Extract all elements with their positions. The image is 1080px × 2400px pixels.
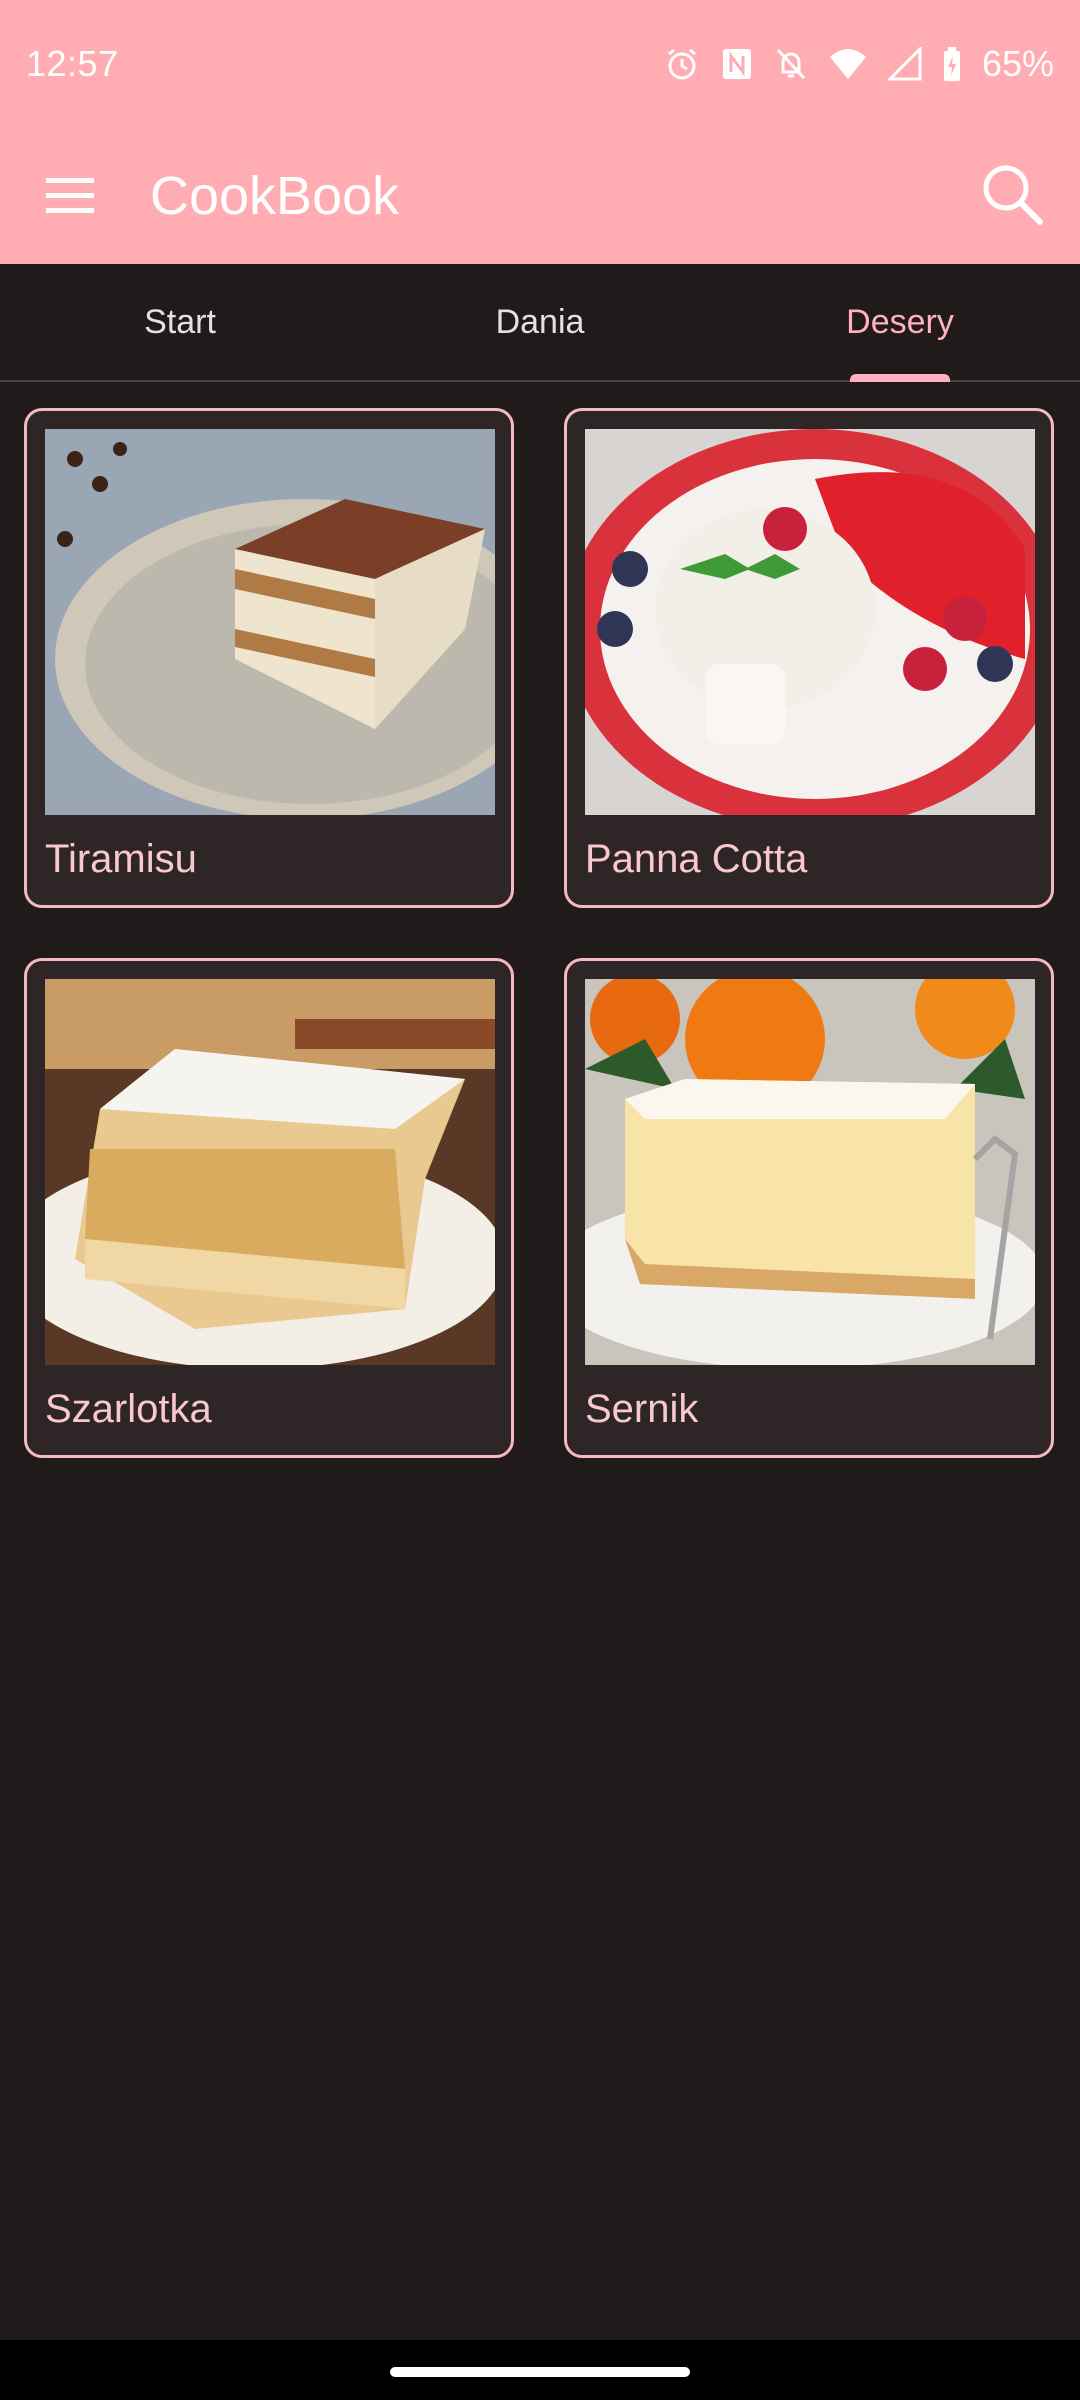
battery-icon (942, 46, 962, 82)
menu-icon (38, 178, 102, 228)
tab-indicator (850, 374, 950, 382)
search-icon (968, 165, 1058, 244)
recipe-card-tiramisu[interactable]: Tiramisu (24, 408, 514, 908)
status-icons: 65% (664, 43, 1054, 85)
recipe-image-tiramisu (45, 429, 495, 815)
recipe-title: Sernik (585, 1387, 699, 1431)
signal-icon (887, 47, 922, 81)
recipe-card-sernik[interactable]: Sernik (564, 958, 1054, 1458)
battery-percentage: 65% (981, 43, 1054, 84)
home-gesture-handle[interactable] (390, 2367, 690, 2377)
recipe-title: Szarlotka (45, 1387, 212, 1431)
recipe-card-panna-cotta[interactable]: Panna Cotta (564, 408, 1054, 908)
tab-label: Desery (846, 302, 954, 341)
bell-off-icon (774, 46, 808, 82)
recipe-image-panna-cotta (585, 429, 1035, 815)
nfc-icon (720, 46, 754, 82)
tab-desery[interactable]: Desery (720, 264, 1080, 382)
status-bar: 12:57 65% (0, 0, 1080, 128)
wifi-icon (828, 47, 868, 81)
tab-label: Start (144, 302, 216, 341)
app-bar: CookBook (0, 128, 1080, 264)
navigation-bar (0, 2340, 1080, 2400)
alarm-icon (664, 46, 700, 82)
recipe-title: Tiramisu (45, 837, 197, 881)
recipe-card-szarlotka[interactable]: Szarlotka (24, 958, 514, 1458)
tab-dania[interactable]: Dania (360, 264, 720, 380)
recipe-title: Panna Cotta (585, 837, 808, 881)
tab-bar: Start Dania Desery (0, 264, 1080, 382)
recipe-image-szarlotka (45, 979, 495, 1365)
tab-start[interactable]: Start (0, 264, 360, 380)
screen: 12:57 65% CookBook Start Dania Desery Ti… (0, 0, 1080, 2400)
tab-label: Dania (495, 302, 585, 341)
status-time: 12:57 (26, 43, 119, 84)
recipe-image-sernik (585, 979, 1035, 1365)
app-title: CookBook (150, 166, 400, 226)
menu-button[interactable] (38, 168, 102, 224)
search-button[interactable] (968, 150, 1058, 240)
